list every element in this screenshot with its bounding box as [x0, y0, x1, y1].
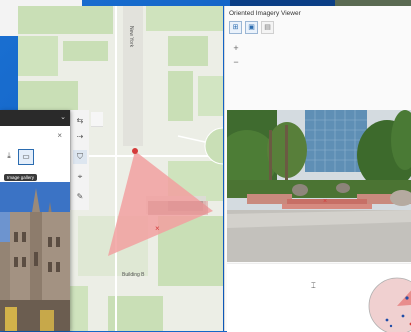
camera-icon[interactable]: ⛉ — [73, 150, 87, 164]
grid-icon[interactable]: ▤ — [261, 21, 274, 34]
building-label: Building B — [122, 272, 145, 278]
chevron-down-icon[interactable]: ⌄ — [60, 113, 66, 121]
pencil-icon[interactable]: ✎ — [73, 190, 87, 204]
pan-icon[interactable]: ⇆ — [73, 114, 87, 128]
camera-location-marker[interactable] — [132, 148, 138, 154]
oriented-image[interactable]: × — [227, 110, 411, 262]
dialog-header: ⌄ — [0, 110, 70, 126]
svg-text:×: × — [323, 198, 327, 205]
close-icon[interactable]: × — [57, 131, 62, 140]
image-gallery-button[interactable]: ▭ — [18, 149, 34, 165]
image-overview-area[interactable]: ⌶ — [227, 263, 411, 332]
mouse-cursor-icon: ⌶ — [311, 281, 316, 290]
image-selection-icon[interactable]: ⊞ — [229, 21, 242, 34]
image-gallery-icon[interactable]: ▣ — [245, 21, 258, 34]
zoom-out-button[interactable]: − — [231, 57, 241, 67]
zoom-in-button[interactable]: + — [231, 43, 241, 53]
viewer-title: Oriented Imagery Viewer — [229, 10, 301, 17]
tooltip: Image gallery — [4, 174, 38, 181]
oriented-imagery-viewer: Oriented Imagery Viewer ⊞ ▣ ▤ + − × ⌶ — [224, 6, 411, 332]
image-gallery-dialog: ⌄ × ⤓ ▭ Image gallery — [0, 110, 70, 331]
target-marker: × — [155, 224, 160, 233]
viewer-toolbar: ⊞ ▣ ▤ — [229, 21, 274, 39]
map-side-toolbar: ⇆ ⇢ ⛉ ⌖ ✎ — [70, 110, 89, 210]
street-label: New York — [128, 26, 134, 48]
forward-icon[interactable]: ⇢ — [73, 130, 87, 144]
dialog-toolbar: ⤓ ▭ — [0, 146, 70, 168]
overview-compass — [368, 277, 411, 332]
download-icon[interactable]: ⤓ — [2, 149, 16, 163]
map-tool-1[interactable] — [91, 112, 103, 127]
measure-icon[interactable]: ⌖ — [73, 170, 87, 184]
gallery-image[interactable] — [0, 182, 70, 331]
